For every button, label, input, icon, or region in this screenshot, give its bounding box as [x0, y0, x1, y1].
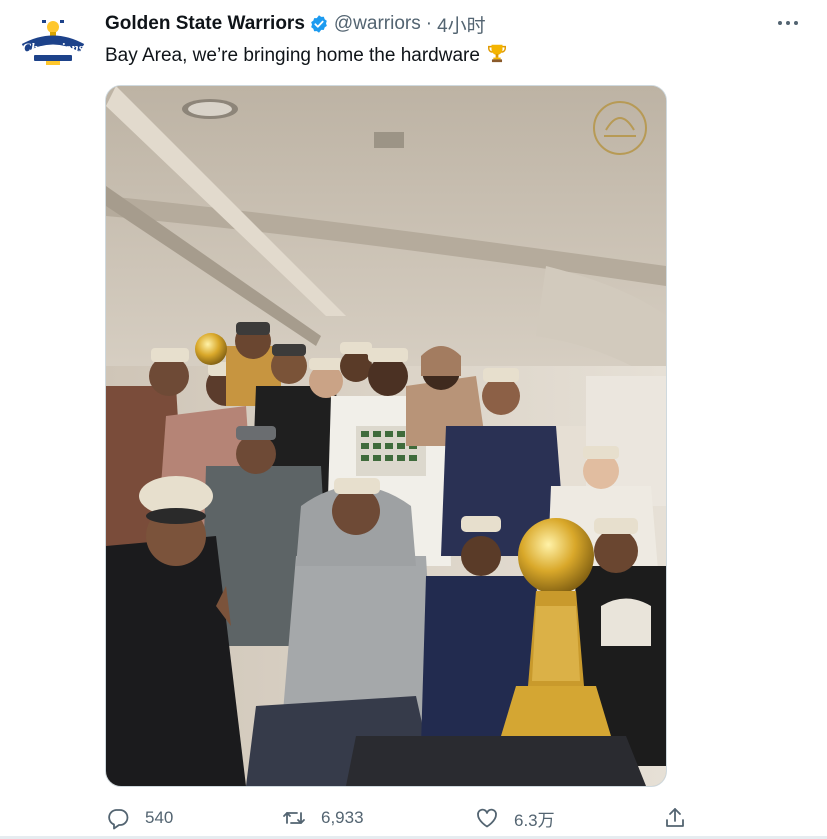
retweet-button[interactable]: 6,933 — [281, 800, 364, 836]
tweet-actions: 540 6,933 6.3万 — [105, 800, 695, 836]
champions-logo-icon: Champions — [21, 20, 85, 65]
reply-count: 540 — [145, 808, 174, 827]
share-icon — [662, 805, 688, 831]
svg-text:Champions: Champions — [22, 40, 83, 55]
like-count: 6.3万 — [514, 810, 555, 830]
tweet-photo[interactable] — [105, 85, 667, 787]
avatar[interactable]: Champions — [20, 18, 86, 68]
separator-dot: · — [425, 13, 433, 34]
reply-icon — [105, 805, 131, 831]
more-dots-icon[interactable] — [775, 12, 801, 34]
photo-image — [106, 86, 666, 786]
retweet-count: 6,933 — [321, 808, 364, 827]
author-name[interactable]: Golden State Warriors — [105, 13, 305, 35]
tweet-text-body: Bay Area, we’re bringing home the hardwa… — [105, 45, 480, 66]
author-handle[interactable]: @warriors — [334, 13, 421, 35]
tweet-header: Golden State Warriors @warriors · 4小时 — [105, 11, 486, 38]
share-button[interactable] — [662, 800, 688, 836]
verified-badge-icon — [309, 14, 329, 34]
tweet-text: Bay Area, we’re bringing home the hardwa… — [105, 42, 508, 68]
retweet-icon — [281, 805, 307, 831]
tweet-card[interactable]: Champions Golden State Warriors @warrior… — [0, 0, 827, 839]
like-button[interactable]: 6.3万 — [474, 800, 555, 836]
reply-button[interactable]: 540 — [105, 800, 173, 836]
heart-icon — [474, 805, 500, 831]
tweet-timestamp[interactable]: 4小时 — [437, 11, 486, 38]
trophy-icon — [486, 42, 508, 64]
